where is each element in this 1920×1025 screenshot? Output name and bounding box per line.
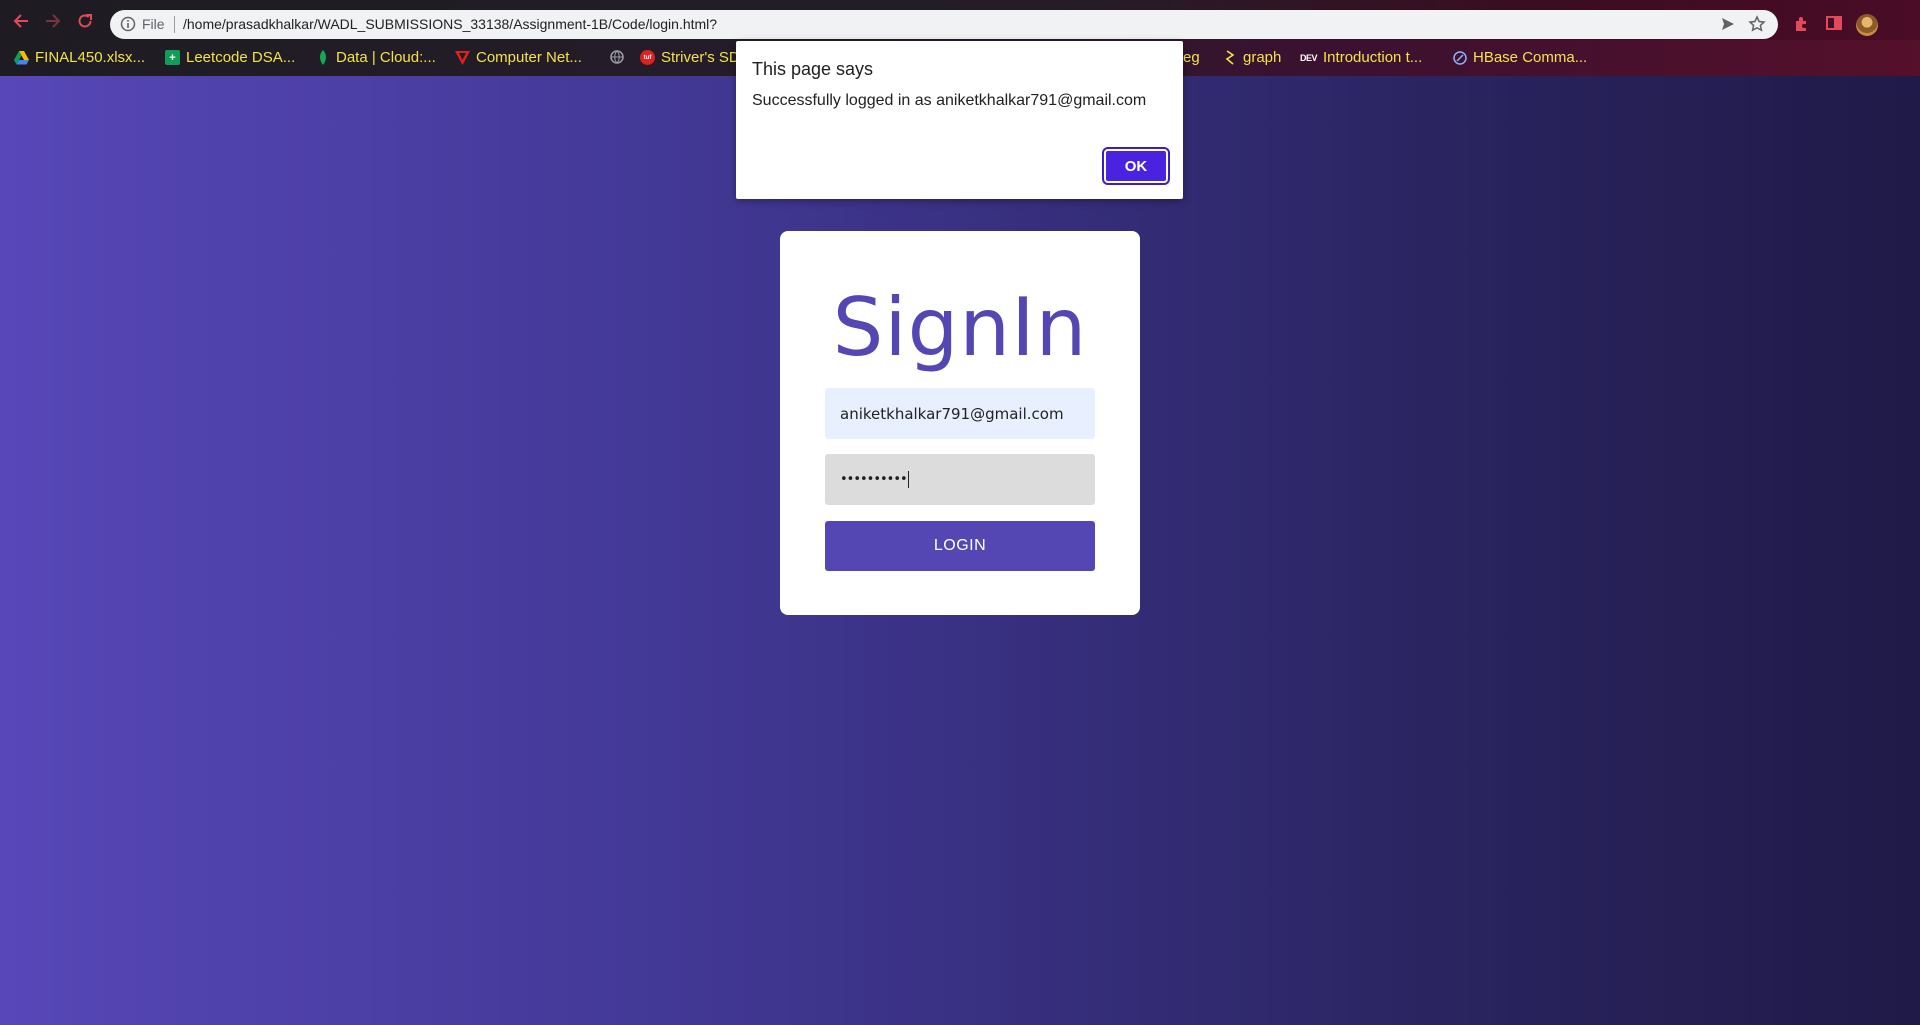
google-sheets-icon: +	[165, 50, 180, 65]
text-caret	[907, 471, 909, 488]
bookmark-globe[interactable]	[609, 49, 624, 64]
bookmark-leetcode-dsa[interactable]: + Leetcode DSA...	[165, 49, 295, 66]
globe-icon	[609, 49, 624, 64]
hbase-icon	[1452, 50, 1467, 65]
bookmark-computer-net[interactable]: Computer Net...	[455, 49, 582, 66]
info-icon[interactable]	[120, 16, 136, 37]
send-icon[interactable]	[1720, 16, 1736, 37]
login-button[interactable]: LOGIN	[825, 521, 1095, 571]
bookmark-label: HBase Comma...	[1473, 49, 1588, 66]
bookmark-data-cloud[interactable]: Data | Cloud:...	[315, 49, 436, 66]
bookmark-label: eg	[1183, 49, 1200, 66]
password-field[interactable]: ••••••••••	[825, 454, 1095, 505]
bookmark-star-icon[interactable]	[1748, 15, 1766, 38]
signin-card: SignIn aniketkhalkar791@gmail.com ••••••…	[780, 231, 1140, 615]
dev-icon: DEV	[1300, 52, 1318, 63]
alert-message: Successfully logged in as aniketkhalkar7…	[752, 92, 1147, 109]
bookmark-label: FINAL450.xlsx...	[35, 49, 146, 66]
red-triangle-icon	[455, 50, 470, 65]
password-mask: ••••••••••	[840, 472, 908, 487]
bookmark-graph[interactable]: graph	[1222, 49, 1281, 66]
bookmark-label: Data | Cloud:...	[336, 49, 436, 66]
bookmark-label: Striver's SD	[661, 49, 740, 66]
bookmark-hbase-commands[interactable]: HBase Comma...	[1452, 49, 1587, 66]
google-drive-icon	[14, 50, 29, 65]
bookmark-label: Introduction t...	[1323, 49, 1423, 66]
signin-title: SignIn	[832, 281, 1088, 374]
email-value: aniketkhalkar791@gmail.com	[840, 404, 1064, 423]
bookmark-label: graph	[1243, 49, 1282, 66]
back-arrow-icon	[13, 14, 28, 28]
reload-icon	[78, 14, 92, 28]
url-text[interactable]: /home/prasadkhalkar/WADL_SUBMISSIONS_331…	[183, 16, 717, 32]
reload-button[interactable]	[72, 8, 98, 34]
bookmark-label: Computer Net...	[476, 49, 582, 66]
forward-arrow-icon	[46, 14, 61, 28]
alert-title: This page says	[752, 59, 874, 79]
browser-toolbar: File /home/prasadkhalkar/WADL_SUBMISSION…	[0, 0, 1920, 40]
striver-icon: tuf	[640, 50, 655, 65]
back-button[interactable]	[8, 8, 34, 34]
extensions-puzzle-icon[interactable]	[1793, 14, 1811, 37]
graph-icon	[1222, 50, 1237, 65]
profile-avatar[interactable]	[1856, 14, 1878, 36]
url-separator	[174, 16, 175, 33]
url-scheme-label: File	[142, 16, 165, 32]
leaf-icon	[315, 50, 330, 65]
bookmark-final450[interactable]: FINAL450.xlsx...	[14, 49, 145, 66]
bookmark-label: Leetcode DSA...	[186, 49, 296, 66]
bookmark-eg[interactable]: eg	[1183, 49, 1200, 66]
alert-ok-button[interactable]: OK	[1102, 147, 1170, 185]
address-bar[interactable]: File /home/prasadkhalkar/WADL_SUBMISSION…	[110, 10, 1778, 39]
alert-dialog: This page says Successfully logged in as…	[736, 41, 1183, 199]
bookmark-introduction[interactable]: DEV Introduction t...	[1300, 49, 1422, 66]
bookmark-strivers-sde[interactable]: tuf Striver's SD	[640, 49, 740, 66]
forward-button[interactable]	[40, 8, 66, 34]
side-panel-icon[interactable]	[1825, 14, 1843, 37]
email-field[interactable]: aniketkhalkar791@gmail.com	[825, 388, 1095, 439]
